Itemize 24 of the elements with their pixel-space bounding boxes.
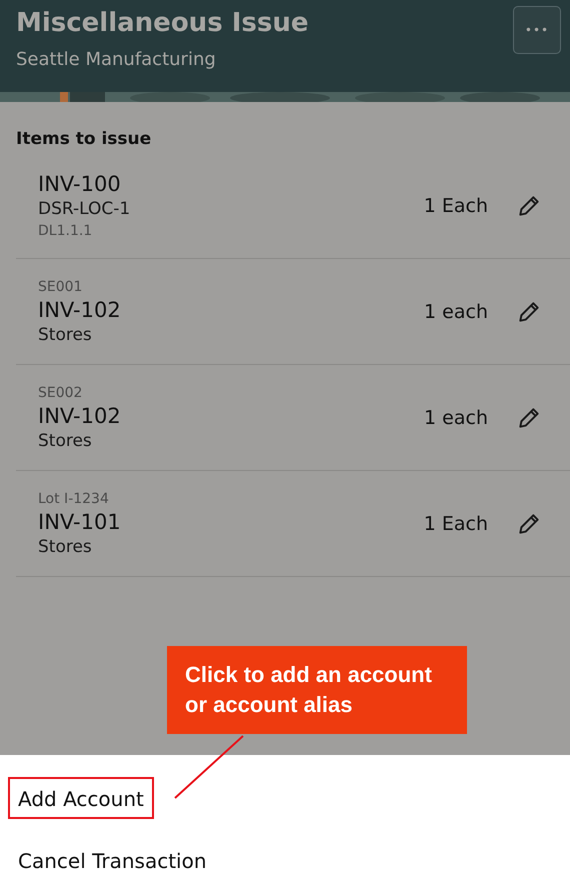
section-title: Items to issue [16,129,152,149]
leader-line [173,734,245,800]
item-quantity: 1 each [424,406,488,428]
item-quantity: 1 Each [424,194,488,216]
item-detail: Lot I-1234 [38,490,110,508]
item-location: Stores [38,536,93,558]
item-number: INV-100 [38,170,122,196]
item-detail: SE002 [38,384,84,402]
menu-item[interactable]: Cancel Transaction [8,839,217,881]
item-quantity: 1 Each [424,512,488,534]
item-quantity: 1 each [424,300,488,322]
item-number: INV-101 [38,508,122,534]
item-number: INV-102 [38,402,122,428]
callout: Click to add an account or account alias [167,646,467,734]
item-location: Stores [38,430,93,452]
more-button[interactable]: ••• [513,6,561,54]
screen-subtitle: Seattle Manufacturing [16,49,216,70]
item-detail: DL1.1.1 [38,222,94,240]
menu-item[interactable]: Add Account [8,777,154,819]
item-location: Stores [38,324,93,346]
item-number: INV-102 [38,296,122,322]
item-detail: SE001 [38,278,84,296]
item-location: DSR-LOC-1 [38,198,132,220]
screen-title: Miscellaneous Issue [16,8,308,38]
